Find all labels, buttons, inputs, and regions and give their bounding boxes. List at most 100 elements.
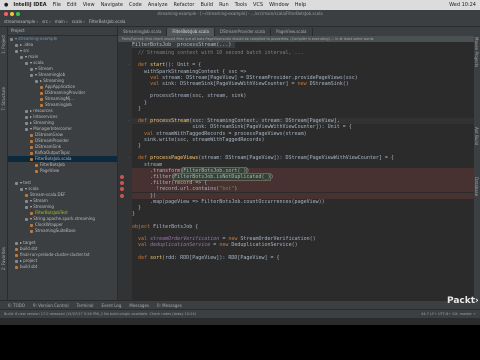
code-line: .transform(FilterBotsJob.sort(_)) bbox=[132, 166, 249, 175]
fold-marker-icon[interactable]: − bbox=[127, 155, 130, 159]
window-controls bbox=[4, 12, 20, 16]
menubar-item[interactable]: Refactor bbox=[174, 0, 195, 10]
code-line: .filter(FilterBotsJob.isNotDuplicated(_)… bbox=[132, 173, 274, 181]
code-line: sink.write(ssc, streamWithTaggedRecords) bbox=[132, 137, 264, 143]
menubar-item[interactable]: File bbox=[53, 0, 61, 10]
code-token: stream: DStream[PageView] = DStreamProvi… bbox=[162, 74, 358, 81]
menubar-item[interactable]: Analyze bbox=[148, 0, 168, 10]
project-tree-label: ▸ resources bbox=[30, 108, 53, 113]
code-line: .map(pageView => FilterBotsJob.countOccu… bbox=[132, 199, 325, 205]
code-line: val streamWithTaggedRecords = processPag… bbox=[132, 131, 307, 137]
code-token: (): bbox=[165, 62, 178, 69]
code-token: DeduplicationService() bbox=[231, 242, 298, 249]
project-tree-label: ▸ .idea bbox=[20, 42, 34, 47]
breakpoint-icon[interactable] bbox=[120, 193, 124, 198]
code-token: processStream bbox=[150, 118, 190, 125]
code-line: def processStream(ssc: StreamingContext,… bbox=[132, 118, 340, 124]
menubar-item[interactable]: IntelliJ IDEA bbox=[13, 0, 46, 10]
editor-breadcrumb: FilterBotsJob processStream(...) bbox=[132, 42, 236, 48]
editor-tab[interactable]: DStreamProvider.scala bbox=[215, 28, 272, 36]
file-icon bbox=[25, 115, 28, 119]
navbar-crumb[interactable]: src › bbox=[42, 18, 51, 26]
packt-logo: Packt› bbox=[447, 296, 479, 314]
file-icon bbox=[25, 193, 28, 197]
file-icon bbox=[25, 109, 28, 113]
fold-marker-icon[interactable]: − bbox=[127, 118, 130, 122]
close-window-button[interactable] bbox=[4, 12, 8, 16]
project-tool-button[interactable]: 1: Project bbox=[1, 35, 6, 54]
project-tree-label: AppApplication bbox=[45, 84, 76, 89]
menubar-item[interactable]: Build bbox=[201, 0, 214, 10]
breakpoint-icon[interactable] bbox=[120, 187, 124, 192]
maven-tool-button[interactable]: Maven Projects bbox=[474, 37, 479, 67]
menubar-item[interactable]: Edit bbox=[67, 0, 77, 10]
code-token: new bbox=[228, 236, 241, 242]
code-token: }) bbox=[132, 192, 157, 199]
menubar-item[interactable]: Tools bbox=[235, 0, 247, 10]
editor-tab[interactable]: PageView.scala bbox=[271, 28, 313, 36]
minimize-window-button[interactable] bbox=[10, 12, 14, 16]
code-token: Unit bbox=[177, 62, 190, 69]
code-token: val bbox=[138, 236, 151, 242]
file-icon bbox=[40, 103, 43, 107]
bottom-tool-tab[interactable]: 6: TODO bbox=[8, 303, 25, 308]
code-token: (stream: DStream[PageView]): DStream[Pag… bbox=[198, 155, 394, 162]
file-icon bbox=[15, 247, 18, 251]
project-tree-label: FilterBotsJobTest bbox=[35, 210, 68, 215]
fold-marker-icon[interactable]: − bbox=[127, 62, 130, 66]
menubar-item[interactable]: Run bbox=[219, 0, 229, 10]
navbar-crumb[interactable]: scala › bbox=[72, 18, 85, 26]
navbar-crumb[interactable]: streamexample › bbox=[4, 18, 38, 26]
menubar-item[interactable]: Window bbox=[269, 0, 289, 10]
video-frame: ● IntelliJ IDEA File Edit View Navigate Code An… bbox=[0, 0, 480, 360]
code-token: .filter(record => { bbox=[132, 180, 208, 187]
file-icon bbox=[25, 199, 28, 203]
code-token: } bbox=[132, 99, 148, 106]
menubar-item[interactable]: View bbox=[83, 0, 95, 10]
code-line: } bbox=[132, 106, 141, 112]
code-line: } bbox=[132, 205, 141, 211]
project-tree-label: ▾ main bbox=[25, 54, 39, 59]
bottom-tool-tab[interactable]: 0: Messages bbox=[157, 303, 182, 308]
code-line: } bbox=[132, 100, 147, 106]
favorites-tool-button[interactable]: 2: Favorites bbox=[1, 247, 6, 270]
bottom-tool-tab[interactable]: 9: Version Control bbox=[33, 303, 69, 308]
breakpoint-icon[interactable] bbox=[120, 175, 124, 179]
project-tree-row[interactable]: build.sbt bbox=[8, 264, 117, 270]
editor-tab[interactable]: FilterBotsJob.scala bbox=[167, 28, 215, 36]
bottom-tool-tab[interactable]: Terminal bbox=[77, 303, 94, 308]
editor-tab[interactable]: StreamingJob.scala bbox=[118, 28, 168, 36]
apple-menu-icon[interactable]: ● bbox=[4, 0, 8, 10]
menubar-item[interactable]: Navigate bbox=[101, 0, 123, 10]
project-tree-label: build.sbt bbox=[20, 264, 38, 269]
code-editor[interactable]: FilterBotsJob processStream(...) // Stre… bbox=[132, 42, 474, 300]
bottom-tool-tab[interactable]: Messages bbox=[129, 303, 149, 308]
structure-tool-button[interactable]: 7: Structure bbox=[1, 87, 6, 111]
bottom-tool-tab[interactable]: Event Log bbox=[102, 303, 122, 308]
project-tree-label: ▾ Stream bbox=[35, 66, 53, 71]
code-token: new bbox=[219, 242, 232, 249]
project-tree-label: StreamingSuiteBase bbox=[35, 228, 76, 233]
ant-tool-button[interactable]: Ant Build bbox=[474, 127, 479, 145]
file-icon bbox=[25, 205, 28, 209]
menubar-item[interactable]: Help bbox=[295, 0, 306, 10]
menubar-item[interactable]: Code bbox=[129, 0, 142, 10]
file-icon bbox=[25, 217, 28, 221]
database-tool-button[interactable]: Database bbox=[474, 177, 479, 196]
project-tree-label: ▸ Intoservices bbox=[30, 114, 58, 119]
project-tree-label: StreamingMj... bbox=[45, 96, 75, 101]
breakpoint-icon[interactable] bbox=[120, 181, 124, 186]
menubar-clock: Wed 10:24 bbox=[449, 2, 476, 8]
code-token: // Streaming context with 10 second batc… bbox=[132, 50, 304, 56]
file-icon bbox=[30, 145, 33, 149]
right-tool-strip: Maven Projects Ant Build Database bbox=[474, 27, 480, 317]
code-token: ) bbox=[270, 174, 274, 180]
project-panel-header: Project bbox=[8, 27, 117, 36]
menubar-item[interactable]: VCS bbox=[253, 0, 263, 10]
navbar-crumb[interactable]: FilterBotsJob.scala bbox=[89, 18, 125, 26]
zoom-window-button[interactable] bbox=[16, 12, 20, 16]
project-tree-label: ▾ Stream bbox=[30, 198, 48, 203]
navbar-crumb[interactable]: main › bbox=[55, 18, 68, 26]
